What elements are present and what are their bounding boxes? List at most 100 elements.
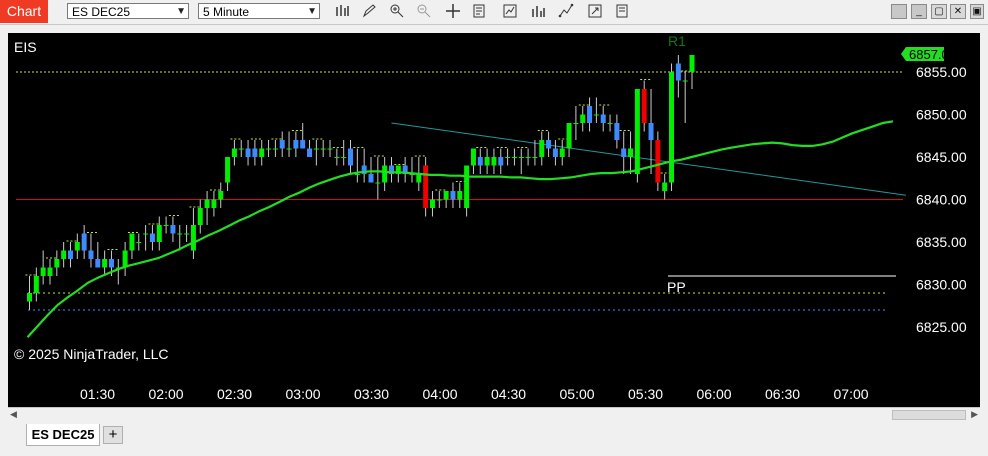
candle-body — [143, 233, 149, 235]
candle-body — [27, 293, 32, 302]
scroll-left-icon[interactable]: ◀ — [10, 409, 17, 420]
properties-icon[interactable] — [471, 3, 489, 20]
candle-body — [566, 123, 572, 149]
scroll-right-icon[interactable]: ▶ — [971, 409, 978, 420]
x-tick-label: 04:30 — [491, 386, 526, 402]
candle-body — [74, 242, 80, 251]
x-tick-label: 06:30 — [765, 386, 800, 402]
strategies-icon[interactable] — [529, 3, 547, 20]
add-tab-button[interactable]: + — [103, 426, 123, 444]
candle-body — [54, 259, 60, 268]
candle-body — [450, 191, 456, 200]
close-icon[interactable]: ✕ — [950, 4, 966, 19]
x-tick-label: 05:00 — [560, 386, 595, 402]
candle-body — [108, 259, 114, 268]
x-tick-label: 05:30 — [628, 386, 663, 402]
candle-body — [197, 208, 203, 225]
chart-toolbar: Chart ES DEC25 ▼ 5 Minute ▼ _ ▢ ✕ ▣ — [0, 0, 988, 25]
candle-body — [354, 174, 360, 175]
candle-body — [518, 157, 524, 158]
candle-body — [470, 148, 476, 166]
candle-body — [102, 259, 108, 268]
candle-body — [259, 148, 265, 157]
candle-body — [184, 233, 190, 235]
candle-body — [607, 123, 613, 124]
candle-body — [552, 148, 558, 157]
instrument-selector[interactable]: ES DEC25 ▼ — [67, 3, 189, 19]
candle-body — [320, 148, 326, 150]
chart-window-tab[interactable]: Chart — [0, 0, 48, 23]
x-tick-label: 04:00 — [423, 386, 458, 402]
candle-body — [559, 148, 565, 157]
candle-body — [600, 114, 606, 123]
candle-body — [136, 242, 142, 243]
candle-body — [457, 191, 463, 200]
restore-icon[interactable]: ▣ — [970, 4, 984, 19]
candle-body — [47, 267, 53, 276]
candle-body — [573, 123, 579, 124]
candle-body — [669, 72, 675, 183]
x-tick-label: 01:30 — [80, 386, 115, 402]
crosshair-icon[interactable] — [444, 3, 462, 20]
candle-body — [266, 148, 272, 150]
candle-body — [81, 233, 87, 251]
minimize-icon[interactable]: _ — [911, 4, 927, 19]
candle-body — [272, 148, 278, 150]
y-tick-label: 6825.00 — [916, 319, 967, 335]
bar-type-icon[interactable] — [333, 3, 351, 20]
candle-body — [156, 225, 162, 242]
template-icon[interactable] — [613, 3, 631, 20]
candle-body — [484, 157, 490, 166]
scrollbar-thumb[interactable] — [892, 410, 966, 420]
chevron-down-icon: ▼ — [176, 6, 186, 17]
pencil-icon[interactable] — [360, 3, 378, 20]
candle-body — [252, 148, 258, 157]
indicators-icon[interactable] — [501, 3, 519, 20]
zoom-out-icon[interactable] — [415, 3, 433, 20]
candle-body — [341, 157, 347, 158]
horizontal-scrollbar[interactable]: ◀ ▶ — [8, 407, 980, 423]
candle-body — [61, 250, 67, 259]
zoom-in-icon[interactable] — [388, 3, 406, 20]
y-tick-label: 6830.00 — [916, 277, 967, 293]
candle-body — [525, 157, 531, 158]
restore-icon[interactable] — [891, 4, 907, 19]
chart-panel[interactable]: 6855.00 6850.00 6845.00 6840.00 6835.00 6830.… — [8, 33, 980, 407]
candle-body — [641, 89, 647, 123]
candle-body — [580, 114, 586, 123]
candle-body — [327, 148, 333, 150]
candle-body — [539, 140, 545, 157]
share-icon[interactable] — [586, 3, 604, 20]
candle-body — [423, 165, 429, 208]
candle-body — [429, 199, 435, 208]
candle-body — [225, 157, 231, 183]
candle-body — [375, 182, 381, 184]
x-tick-label: 02:30 — [217, 386, 252, 402]
interval-selector[interactable]: 5 Minute ▼ — [198, 3, 320, 19]
candle-body — [40, 267, 46, 276]
candle-body — [546, 140, 552, 149]
maximize-icon[interactable]: ▢ — [931, 4, 947, 19]
candle-body — [67, 250, 73, 259]
candle-body — [204, 199, 210, 208]
candle-body — [279, 140, 285, 149]
candle-body — [313, 148, 319, 150]
y-tick-label: 6845.00 — [916, 149, 967, 165]
y-tick-label: 6840.00 — [916, 192, 967, 208]
candle-body — [675, 63, 681, 81]
candle-body — [443, 191, 449, 200]
chevron-down-icon: ▼ — [307, 6, 317, 17]
candle-body — [348, 148, 354, 166]
tab-es-dec25[interactable]: ES DEC25 — [26, 424, 100, 446]
drawing-tools-icon[interactable] — [557, 3, 575, 20]
candle-body — [477, 157, 483, 166]
candle-body — [416, 174, 422, 183]
price-chart[interactable]: 6855.00 6850.00 6845.00 6840.00 6835.00 6830.… — [8, 33, 980, 407]
candle-body — [238, 148, 244, 150]
candle-body — [498, 157, 504, 166]
y-tick-label: 6835.00 — [916, 234, 967, 250]
last-price-marker: 6857.00 — [901, 47, 956, 62]
r1-label: R1 — [668, 33, 686, 49]
x-tick-label: 07:00 — [834, 386, 869, 402]
candle-body — [190, 225, 196, 251]
